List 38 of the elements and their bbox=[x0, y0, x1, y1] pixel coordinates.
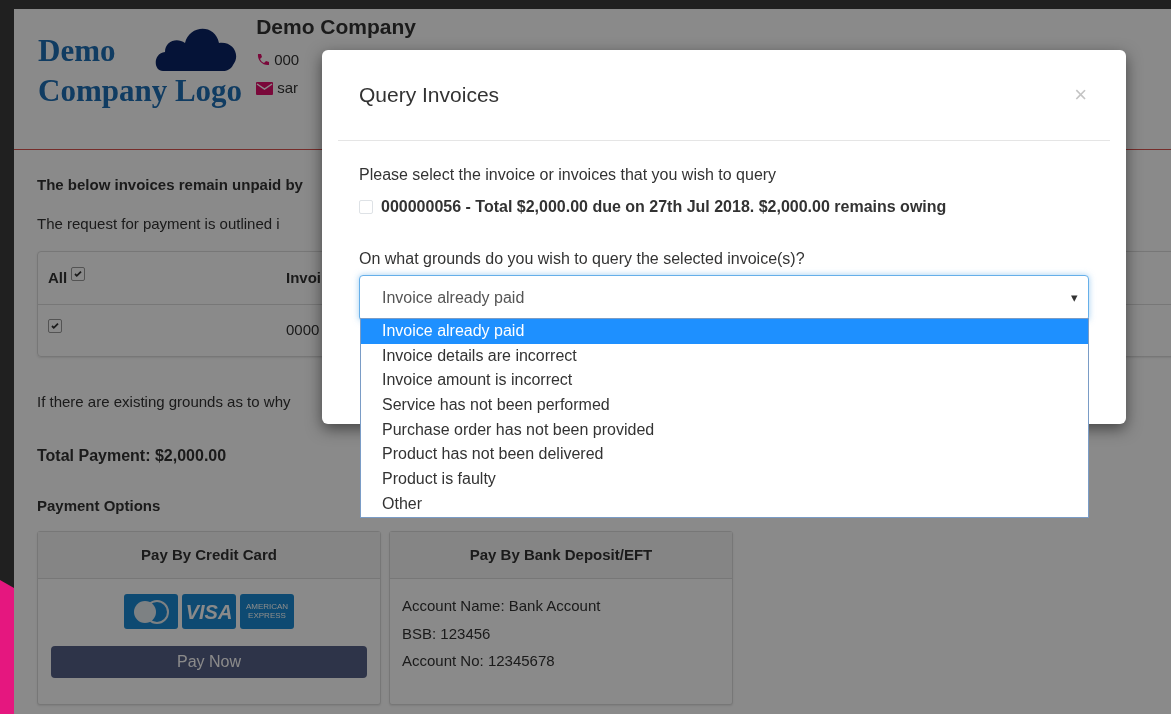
section-title: Payment Options bbox=[37, 495, 161, 516]
dropdown-option[interactable]: Other bbox=[361, 491, 1088, 517]
question-text: On what grounds do you wish to query the selected invoice(s)? bbox=[359, 249, 806, 269]
logo-text: Demo bbox=[38, 32, 116, 70]
checkbox[interactable] bbox=[48, 319, 62, 334]
card-title: Pay By Bank Deposit/EFT bbox=[390, 532, 732, 579]
amex-logo: AMERICAN EXPRESS bbox=[240, 594, 294, 629]
dialog-title: Query Invoices bbox=[359, 82, 500, 109]
account-detail: Account No: 12345678 bbox=[402, 651, 556, 671]
table-cell-text: 0000 bbox=[286, 320, 320, 341]
column-header: All bbox=[48, 267, 68, 288]
dropdown-option[interactable]: Product has not been delivered bbox=[361, 442, 1088, 468]
total-payment: Total Payment: $2,000.00 bbox=[37, 445, 227, 466]
logo-text: Company Logo bbox=[38, 72, 243, 111]
email-icon bbox=[256, 81, 274, 95]
account-detail: BSB: 123456 bbox=[402, 623, 492, 644]
company-name: Demo Company bbox=[256, 14, 416, 40]
column-header: Invoi bbox=[286, 268, 321, 286]
grounds-select[interactable]: Invoice already paid ▾ bbox=[359, 275, 1089, 321]
dropdown-option[interactable]: Invoice amount is incorrect bbox=[361, 368, 1088, 394]
phone-icon bbox=[256, 52, 271, 67]
prompt-text: Please select the invoice or invoices that you wish to query bbox=[359, 165, 778, 185]
visa-logo: VISA bbox=[182, 594, 236, 629]
grounds-note: If there are existing grounds as to why bbox=[37, 392, 291, 412]
checkbox[interactable] bbox=[71, 266, 86, 281]
dropdown-option[interactable]: Service has not been performed bbox=[361, 393, 1088, 418]
request-text: The request for payment is outlined i bbox=[37, 213, 280, 234]
mastercard-icon bbox=[124, 594, 178, 629]
dropdown-option[interactable]: Invoice details are incorrect bbox=[361, 343, 1088, 369]
email-address: sar bbox=[277, 78, 298, 98]
phone-number: 000 bbox=[274, 49, 300, 70]
card-title: Pay By Credit Card bbox=[38, 532, 380, 579]
invoice-label: 000000056 - Total $2,000.00 due on 27th Jul 2018. $2,000.00 remains owing bbox=[381, 197, 947, 217]
pay-now-button[interactable]: Pay Now bbox=[51, 646, 367, 678]
account-detail: Account Name: Bank Account bbox=[402, 596, 602, 616]
intro-text: The below invoices remain unpaid by bbox=[37, 175, 303, 195]
dropdown-option[interactable]: Product is faulty bbox=[361, 467, 1088, 492]
dropdown-option[interactable]: Purchase order has not been provided bbox=[361, 417, 1088, 443]
